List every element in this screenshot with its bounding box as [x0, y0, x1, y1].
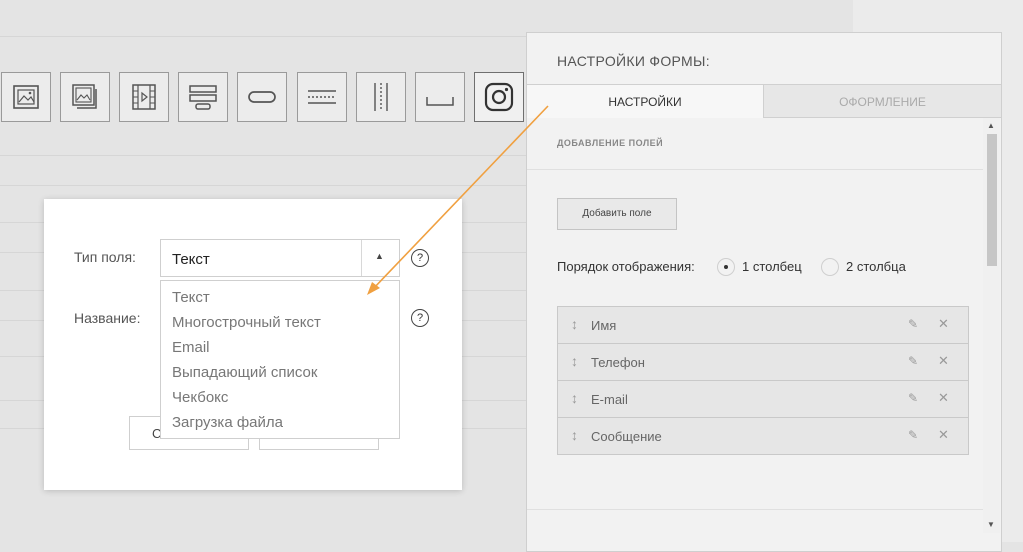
- dropdown-option[interactable]: Загрузка файла: [161, 410, 399, 435]
- select-separator: [361, 240, 362, 276]
- spacer-icon: [426, 97, 454, 106]
- list-item[interactable]: ↕ E-mail ✎ ✕: [557, 381, 969, 418]
- tab-settings[interactable]: НАСТРОЙКИ: [527, 84, 764, 118]
- scroll-thumb[interactable]: [987, 134, 997, 266]
- help-icon[interactable]: ?: [411, 249, 429, 267]
- pencil-icon[interactable]: ✎: [908, 354, 918, 368]
- dropdown-option[interactable]: Многострочный текст: [161, 310, 399, 335]
- form-settings-panel: НАСТРОЙКИ ФОРМЫ: НАСТРОЙКИ ОФОРМЛЕНИЕ ДО…: [526, 32, 1002, 552]
- pencil-icon[interactable]: ✎: [908, 391, 918, 405]
- instagram-icon: [484, 82, 514, 112]
- field-type-dropdown: Текст Многострочный текст Email Выпадающ…: [160, 280, 400, 439]
- drag-handle-icon[interactable]: ↕: [571, 316, 578, 332]
- close-icon[interactable]: ✕: [938, 390, 949, 406]
- background-divider: [0, 185, 526, 186]
- name-label: Название:: [74, 310, 141, 326]
- section-label: ДОБАВЛЕНИЕ ПОЛЕЙ: [557, 138, 664, 148]
- list-item[interactable]: ↕ Сообщение ✎ ✕: [557, 418, 969, 455]
- field-type-label: Тип поля:: [74, 249, 136, 265]
- tool-columns[interactable]: [356, 72, 406, 122]
- columns-icon: [374, 83, 388, 111]
- field-name: Телефон: [591, 355, 645, 370]
- drag-handle-icon[interactable]: ↕: [571, 353, 578, 369]
- text-block-icon: [189, 85, 217, 110]
- radio-dot: [724, 265, 728, 269]
- close-icon[interactable]: ✕: [938, 353, 949, 369]
- tool-spacer[interactable]: [415, 72, 465, 122]
- section-divider: [527, 169, 983, 170]
- tab-appearance[interactable]: ОФОРМЛЕНИЕ: [764, 84, 1001, 118]
- field-name: Имя: [591, 318, 617, 333]
- button-icon: [248, 91, 276, 103]
- dropdown-option[interactable]: Выпадающий список: [161, 360, 399, 385]
- tool-image[interactable]: [1, 72, 51, 122]
- panel-title: НАСТРОЙКИ ФОРМЫ:: [557, 53, 710, 69]
- pencil-icon[interactable]: ✎: [908, 428, 918, 442]
- tool-gallery[interactable]: [60, 72, 110, 122]
- dropdown-option[interactable]: Email: [161, 335, 399, 360]
- field-name: E-mail: [591, 392, 628, 407]
- tool-button[interactable]: [237, 72, 287, 122]
- list-item[interactable]: ↕ Имя ✎ ✕: [557, 306, 969, 344]
- section-divider: [527, 509, 983, 510]
- field-name: Сообщение: [591, 429, 662, 444]
- tool-video[interactable]: [119, 72, 169, 122]
- scroll-down-icon[interactable]: ▼: [987, 520, 995, 529]
- field-type-dialog: Тип поля: Текст ▲ ? Название: ? С Текст …: [44, 199, 462, 490]
- radio-one-column[interactable]: [717, 258, 735, 276]
- field-type-selected-value: Текст: [172, 251, 210, 268]
- lines-icon: [308, 90, 336, 104]
- scroll-up-icon[interactable]: ▲: [987, 121, 995, 130]
- radio-label: 1 столбец: [742, 259, 802, 274]
- gallery-icon: [72, 84, 97, 109]
- pencil-icon[interactable]: ✎: [908, 317, 918, 331]
- dropdown-option[interactable]: Текст: [161, 285, 399, 310]
- fields-list: ↕ Имя ✎ ✕ ↕ Телефон ✎ ✕ ↕ E-mail ✎ ✕ ↕ С…: [557, 306, 969, 455]
- close-icon[interactable]: ✕: [938, 427, 949, 443]
- dropdown-option[interactable]: Чекбокс: [161, 385, 399, 410]
- background-divider: [0, 155, 526, 156]
- tool-instagram[interactable]: [474, 72, 524, 122]
- help-icon[interactable]: ?: [411, 309, 429, 327]
- display-order-label: Порядок отображения:: [557, 259, 695, 274]
- radio-label: 2 столбца: [846, 259, 906, 274]
- close-icon[interactable]: ✕: [938, 316, 949, 332]
- radio-two-columns[interactable]: [821, 258, 839, 276]
- field-type-select[interactable]: Текст ▲: [160, 239, 400, 277]
- tool-text-block[interactable]: [178, 72, 228, 122]
- drag-handle-icon[interactable]: ↕: [571, 427, 578, 443]
- panel-scrollbar[interactable]: ▲ ▼: [983, 118, 1000, 533]
- video-icon: [132, 84, 156, 110]
- image-icon: [13, 85, 39, 109]
- add-field-button[interactable]: Добавить поле: [557, 198, 677, 230]
- list-item[interactable]: ↕ Телефон ✎ ✕: [557, 344, 969, 381]
- caret-up-icon[interactable]: ▲: [375, 251, 384, 261]
- tool-lines[interactable]: [297, 72, 347, 122]
- drag-handle-icon[interactable]: ↕: [571, 390, 578, 406]
